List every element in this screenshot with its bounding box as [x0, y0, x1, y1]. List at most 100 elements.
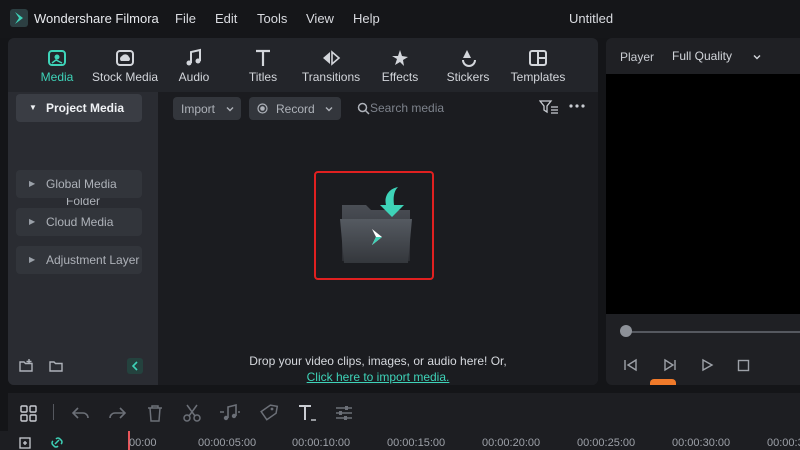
tab-audio-label: Audio [178, 70, 210, 84]
new-folder-icon[interactable] [18, 358, 34, 374]
sidebar-item-cloud-media[interactable]: ▶ Cloud Media [16, 208, 142, 236]
orange-marker [650, 379, 676, 385]
tab-titles[interactable]: Titles [244, 38, 282, 92]
import-folder-icon [340, 187, 412, 263]
undo-icon[interactable] [70, 403, 92, 423]
chevron-down-icon [226, 107, 234, 112]
search-input[interactable] [370, 101, 520, 115]
transitions-icon [323, 50, 341, 66]
record-dropdown[interactable]: Record [249, 97, 341, 120]
caret-right-icon: ▶ [29, 179, 36, 188]
play-icon[interactable] [700, 358, 714, 372]
menu-view[interactable]: View [306, 11, 334, 26]
quality-value: Full Quality [672, 49, 733, 63]
more-options-icon[interactable] [569, 102, 585, 110]
ruler-tick: 00:00:15:00 [387, 437, 446, 449]
menu-edit[interactable]: Edit [215, 11, 237, 26]
add-track-icon[interactable] [18, 435, 34, 450]
import-media-link[interactable]: Click here to import media. [158, 370, 598, 384]
ruler-tick: 00:00:20:00 [482, 437, 541, 449]
filter-icon[interactable] [539, 99, 559, 115]
audio-edit-icon[interactable] [219, 403, 241, 423]
chevron-left-icon [131, 361, 138, 371]
tab-transitions-label: Transitions [301, 70, 361, 84]
tab-templates[interactable]: Templates [510, 38, 566, 92]
media-panel: Media Stock Media Audio Titles Transitio… [8, 38, 598, 385]
sidebar-item-label: Global Media [46, 177, 117, 191]
chevron-down-icon [753, 55, 761, 60]
tab-media[interactable]: Media [36, 38, 78, 92]
filmora-logo-icon [10, 9, 28, 27]
sidebar-item-label: Cloud Media [46, 215, 114, 229]
preview-viewport [606, 74, 800, 314]
ruler-tick: 00:00:10:00 [292, 437, 351, 449]
stop-icon[interactable] [737, 359, 750, 372]
import-dropdown[interactable]: Import [173, 97, 241, 120]
document-title: Untitled [569, 11, 614, 26]
stock-media-icon [116, 50, 134, 66]
redo-icon[interactable] [106, 403, 128, 423]
layout-grid-icon[interactable] [18, 403, 40, 423]
tab-effects-label: Effects [381, 70, 419, 84]
ruler-tick: 00:00 [129, 437, 157, 449]
media-tabs: Media Stock Media Audio Titles Transitio… [8, 38, 598, 92]
menu-tools[interactable]: Tools [257, 11, 287, 26]
tab-audio[interactable]: Audio [174, 38, 214, 92]
caret-down-icon: ▼ [29, 103, 37, 112]
delete-icon[interactable] [144, 403, 166, 423]
titles-icon [256, 49, 270, 66]
media-content: Import Record Drop your [158, 92, 598, 385]
previous-frame-icon[interactable] [622, 358, 638, 372]
link-icon[interactable] [49, 435, 65, 450]
tab-stickers-label: Stickers [446, 70, 490, 84]
sidebar-item-project-media[interactable]: ▼ Project Media [16, 94, 142, 122]
tab-stock-media-label: Stock Media [92, 70, 159, 84]
sidebar-item-global-media[interactable]: ▶ Global Media [16, 170, 142, 198]
player-label: Player [620, 50, 655, 64]
next-frame-icon[interactable] [662, 358, 678, 372]
quality-select[interactable]: Full Quality [672, 46, 776, 68]
tab-transitions[interactable]: Transitions [301, 38, 361, 92]
player-panel: Player Full Quality [606, 38, 800, 385]
caret-right-icon: ▶ [29, 217, 36, 226]
split-scissors-icon[interactable] [181, 403, 203, 423]
adjust-sliders-icon[interactable] [333, 403, 355, 423]
import-dropzone-highlight[interactable] [314, 171, 434, 280]
tab-media-label: Media [40, 70, 74, 84]
media-sidebar: ▼ Project Media Folder ▶ Global Media ▶ … [8, 92, 158, 385]
tag-icon[interactable] [258, 403, 280, 423]
tab-titles-label: Titles [248, 70, 278, 84]
templates-icon [529, 50, 547, 66]
ruler-tick: 00:00:30:00 [672, 437, 731, 449]
tab-stickers[interactable]: Stickers [446, 38, 490, 92]
folder-icon[interactable] [48, 358, 64, 374]
effects-icon [392, 50, 408, 66]
text-icon[interactable] [296, 403, 318, 423]
record-icon [257, 103, 268, 114]
scrubber-track[interactable] [622, 331, 800, 333]
timeline-ruler[interactable]: 00:00 00:00:05:00 00:00:10:00 00:00:15:0… [0, 431, 800, 450]
ruler-tick: 00:00:3 [767, 437, 800, 449]
sidebar-item-label: Adjustment Layer [46, 253, 140, 267]
app-name: Wondershare Filmora [34, 11, 159, 26]
toolbar-divider [53, 404, 54, 420]
sidebar-item-adjustment-layer[interactable]: ▶ Adjustment Layer [16, 246, 142, 274]
collapse-sidebar-button[interactable] [127, 358, 143, 374]
tab-effects[interactable]: Effects [381, 38, 419, 92]
sidebar-item-label: Project Media [46, 101, 125, 115]
media-icon [48, 50, 66, 66]
tab-stock-media[interactable]: Stock Media [92, 38, 158, 92]
title-bar: Wondershare Filmora File Edit Tools View… [0, 0, 800, 38]
menu-help[interactable]: Help [353, 11, 380, 26]
ruler-tick: 00:00:05:00 [198, 437, 257, 449]
scrubber-knob[interactable] [620, 325, 632, 337]
chevron-down-icon [325, 107, 333, 112]
menu-file[interactable]: File [175, 11, 196, 26]
ruler-tick: 00:00:25:00 [577, 437, 636, 449]
stickers-icon [462, 50, 476, 67]
tab-templates-label: Templates [510, 70, 566, 84]
caret-right-icon: ▶ [29, 255, 36, 264]
dropzone-text: Drop your video clips, images, or audio … [249, 354, 507, 368]
search-icon [357, 102, 370, 115]
record-label: Record [276, 102, 315, 116]
